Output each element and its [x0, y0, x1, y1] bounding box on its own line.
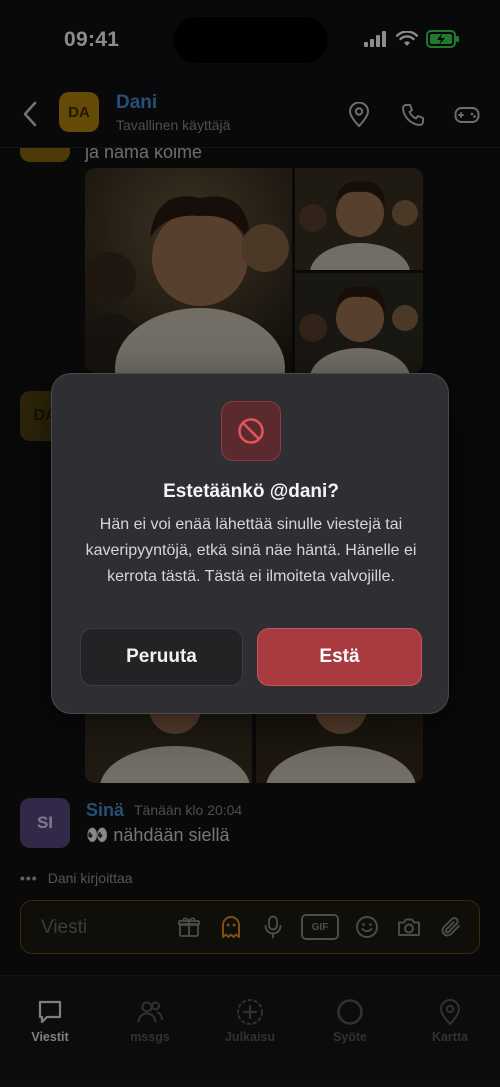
cancel-button[interactable]: Peruuta [80, 628, 243, 686]
block-button[interactable]: Estä [257, 628, 422, 686]
block-icon-container [221, 401, 281, 461]
block-user-dialog: Estetäänkö @dani? Hän ei voi enää lähett… [51, 373, 449, 714]
dialog-title: Estetäänkö @dani? [163, 481, 339, 502]
block-icon [238, 418, 264, 444]
dialog-message: Hän ei voi enää lähettää sinulle viestej… [85, 516, 417, 585]
